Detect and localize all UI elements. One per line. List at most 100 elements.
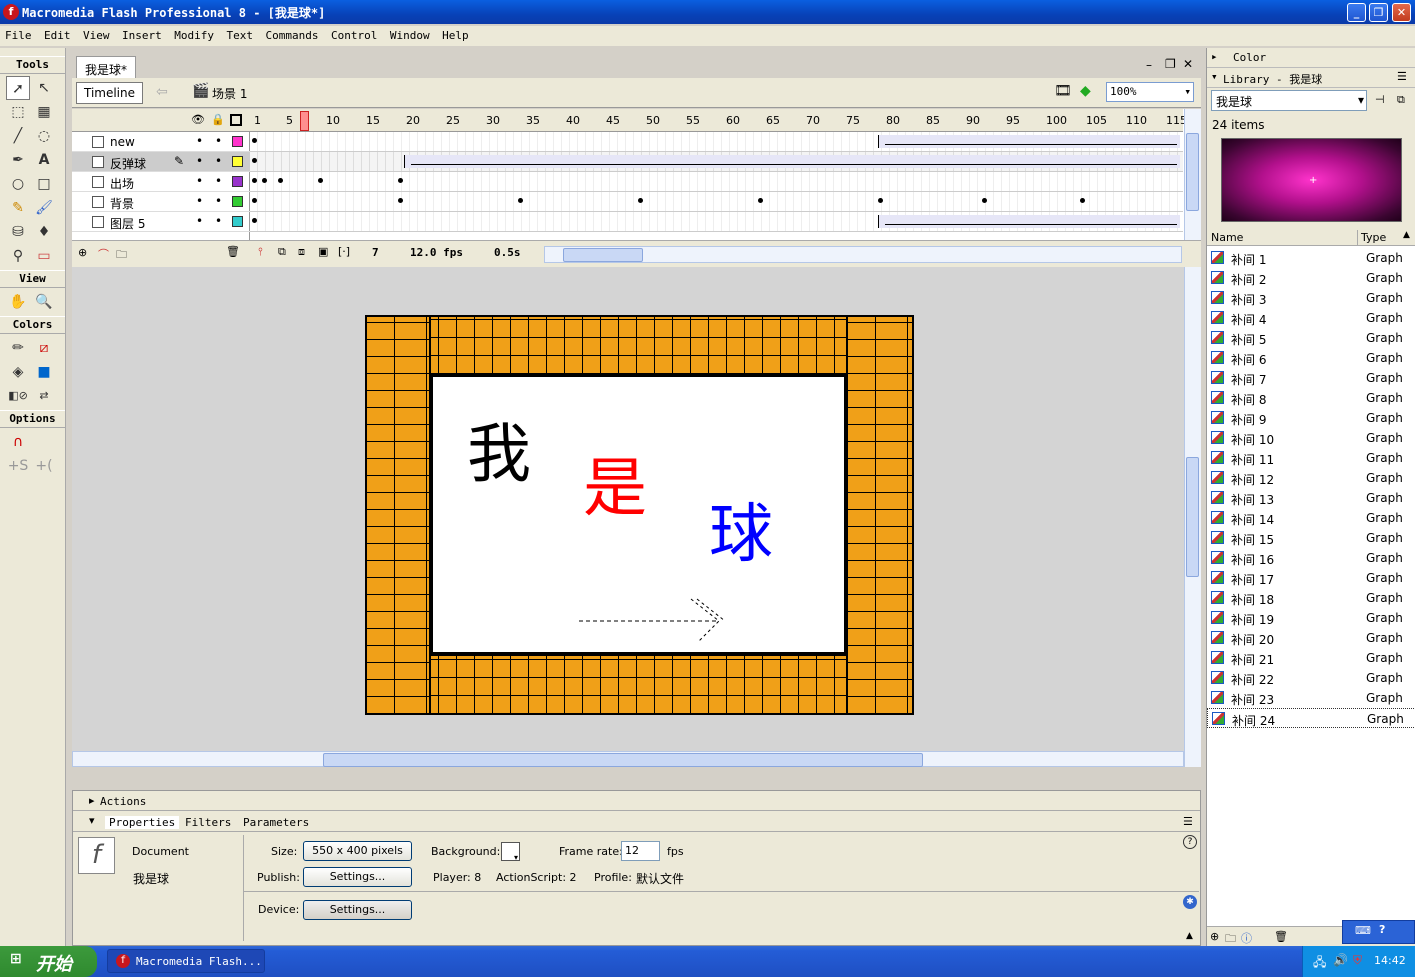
subselection-tool-icon[interactable]: ↖ xyxy=(32,76,56,100)
visibility-dot[interactable]: • xyxy=(196,194,203,208)
panel-menu-icon[interactable]: ☰ xyxy=(1183,815,1193,828)
library-item[interactable]: 补间 12 Graph xyxy=(1207,468,1415,488)
library-item[interactable]: 补间 11 Graph xyxy=(1207,448,1415,468)
library-item[interactable]: 补间 18 Graph xyxy=(1207,588,1415,608)
actions-panel-header[interactable]: ▸ Actions xyxy=(73,791,1200,811)
keyframe[interactable] xyxy=(252,178,257,183)
frame-rate-input[interactable]: 12 xyxy=(621,841,660,861)
visibility-dot[interactable]: • xyxy=(196,154,203,168)
frame-row[interactable] xyxy=(250,152,1183,172)
flash-app-icon[interactable]: f xyxy=(3,4,19,20)
doc-restore-icon[interactable]: ❐ xyxy=(1165,57,1176,71)
timeline-toggle-button[interactable]: Timeline xyxy=(76,82,143,104)
snap-magnet-icon[interactable]: ∩ xyxy=(6,430,30,454)
keyframe[interactable] xyxy=(278,178,283,183)
frame-row[interactable] xyxy=(250,132,1183,152)
frame-row[interactable] xyxy=(250,172,1183,192)
library-item[interactable]: 补间 7 Graph xyxy=(1207,368,1415,388)
edit-symbols-icon[interactable]: ◆ xyxy=(1080,83,1091,99)
library-item[interactable]: 补间 15 Graph xyxy=(1207,528,1415,548)
library-item[interactable]: 补间 24 Graph xyxy=(1207,708,1415,728)
eyedropper-tool-icon[interactable]: ⚲ xyxy=(6,244,30,268)
visibility-dot[interactable]: • xyxy=(196,174,203,188)
keyframe[interactable] xyxy=(982,198,987,203)
back-arrow-icon[interactable]: ⇦ xyxy=(156,84,168,100)
menu-text[interactable]: Text xyxy=(222,26,258,42)
keyframe[interactable] xyxy=(518,198,523,203)
publish-settings-button[interactable]: Settings... xyxy=(303,867,412,887)
library-item[interactable]: 补间 10 Graph xyxy=(1207,428,1415,448)
tween-span[interactable] xyxy=(878,135,1180,148)
layer-color-swatch[interactable] xyxy=(232,156,243,167)
keyframe[interactable] xyxy=(398,178,403,183)
library-item[interactable]: 补间 4 Graph xyxy=(1207,308,1415,328)
ink-bottle-tool-icon[interactable]: ⛁ xyxy=(6,220,30,244)
black-white-icon[interactable]: ◧⊘ xyxy=(6,384,30,408)
keyframe[interactable] xyxy=(262,178,267,183)
timeline-vscroll[interactable] xyxy=(1184,109,1201,240)
brush-tool-icon[interactable]: 🖌 xyxy=(32,196,56,220)
stroke-swatch[interactable]: ⧄ xyxy=(32,336,56,360)
eraser-tool-icon[interactable]: ▭ xyxy=(32,244,56,268)
keyframe[interactable] xyxy=(878,198,883,203)
menu-commands[interactable]: Commands xyxy=(261,26,323,42)
tab-filters[interactable]: Filters xyxy=(185,816,231,829)
fill-swatch[interactable]: ■ xyxy=(32,360,56,384)
edit-scene-icon[interactable]: 🎞 xyxy=(1054,83,1072,99)
straighten-icon[interactable]: +( xyxy=(32,454,56,478)
free-transform-tool-icon[interactable]: ⬚ xyxy=(6,100,30,124)
lock-dot[interactable]: • xyxy=(215,194,222,208)
smooth-icon[interactable]: +S xyxy=(6,454,30,478)
new-library-panel-icon[interactable]: ⧉ xyxy=(1397,93,1405,107)
keyframe[interactable] xyxy=(252,138,257,143)
lasso-tool-icon[interactable]: ◌ xyxy=(32,124,56,148)
keyboard-icon[interactable]: ⌨ xyxy=(1355,924,1371,937)
menu-insert[interactable]: Insert xyxy=(117,26,166,42)
layer-name[interactable]: new xyxy=(110,135,135,149)
restore-button[interactable]: ❐ xyxy=(1369,3,1388,22)
layer-row[interactable]: 出场 • • xyxy=(72,172,250,192)
menu-control[interactable]: Control xyxy=(326,26,381,42)
network-icon[interactable]: 🖧 xyxy=(1313,953,1326,974)
paint-bucket-tool-icon[interactable]: ♦ xyxy=(32,220,56,244)
size-button[interactable]: 550 x 400 pixels xyxy=(303,841,412,861)
library-item[interactable]: 补间 13 Graph xyxy=(1207,488,1415,508)
stage-hscroll[interactable] xyxy=(72,751,1184,767)
fill-color-icon[interactable]: ◈ xyxy=(6,360,30,384)
start-button[interactable]: ⊞ 开始 xyxy=(0,946,97,977)
pencil-tool-icon[interactable]: ✎ xyxy=(6,196,30,220)
tab-properties[interactable]: Properties xyxy=(105,816,180,829)
doc-minimize-icon[interactable]: – xyxy=(1146,58,1152,72)
menu-modify[interactable]: Modify xyxy=(169,26,218,42)
char-shi[interactable]: 是 xyxy=(583,437,647,529)
panel-menu-icon[interactable]: ☰ xyxy=(1397,70,1407,83)
keyframe[interactable] xyxy=(398,198,403,203)
accessibility-icon[interactable]: ✱ xyxy=(1183,895,1197,909)
delete-layer-icon[interactable]: 🗑 xyxy=(226,245,240,258)
delete-item-icon[interactable]: 🗑 xyxy=(1274,930,1288,943)
library-item[interactable]: 补间 16 Graph xyxy=(1207,548,1415,568)
frame-row[interactable] xyxy=(250,192,1183,212)
taskbar-flash-item[interactable]: f Macromedia Flash... xyxy=(107,949,265,973)
layer-color-swatch[interactable] xyxy=(232,176,243,187)
library-item[interactable]: 补间 22 Graph xyxy=(1207,668,1415,688)
center-frame-icon[interactable]: ⫯ xyxy=(258,245,263,259)
library-item[interactable]: 补间 6 Graph xyxy=(1207,348,1415,368)
layer-row[interactable]: 图层 5 • • xyxy=(72,212,250,232)
insert-layer-icon[interactable]: ⊕ xyxy=(78,246,87,259)
col-type[interactable]: Type xyxy=(1361,231,1386,244)
timeline-vscroll-thumb[interactable] xyxy=(1186,133,1199,211)
layer-color-swatch[interactable] xyxy=(232,196,243,207)
scene-label[interactable]: 场景 1 xyxy=(212,85,247,102)
stage[interactable]: 我 是 球 xyxy=(365,315,914,715)
frame-row[interactable] xyxy=(250,212,1183,232)
layer-name[interactable]: 反弹球 xyxy=(110,155,146,172)
library-document-select[interactable]: 我是球 ▾ xyxy=(1211,90,1367,111)
layer-color-swatch[interactable] xyxy=(232,216,243,227)
pen-tool-icon[interactable]: ✒ xyxy=(6,148,30,172)
language-bar[interactable]: ⌨ ? xyxy=(1342,920,1415,944)
library-item[interactable]: 补间 20 Graph xyxy=(1207,628,1415,648)
frame-ruler[interactable]: 1 5 10 15 20 25 30 35 40 45 50 55 60 65 70 75 80 85 90 95 10… xyxy=(250,109,1187,132)
library-item[interactable]: 补间 3 Graph xyxy=(1207,288,1415,308)
menu-window[interactable]: Window xyxy=(385,26,434,42)
